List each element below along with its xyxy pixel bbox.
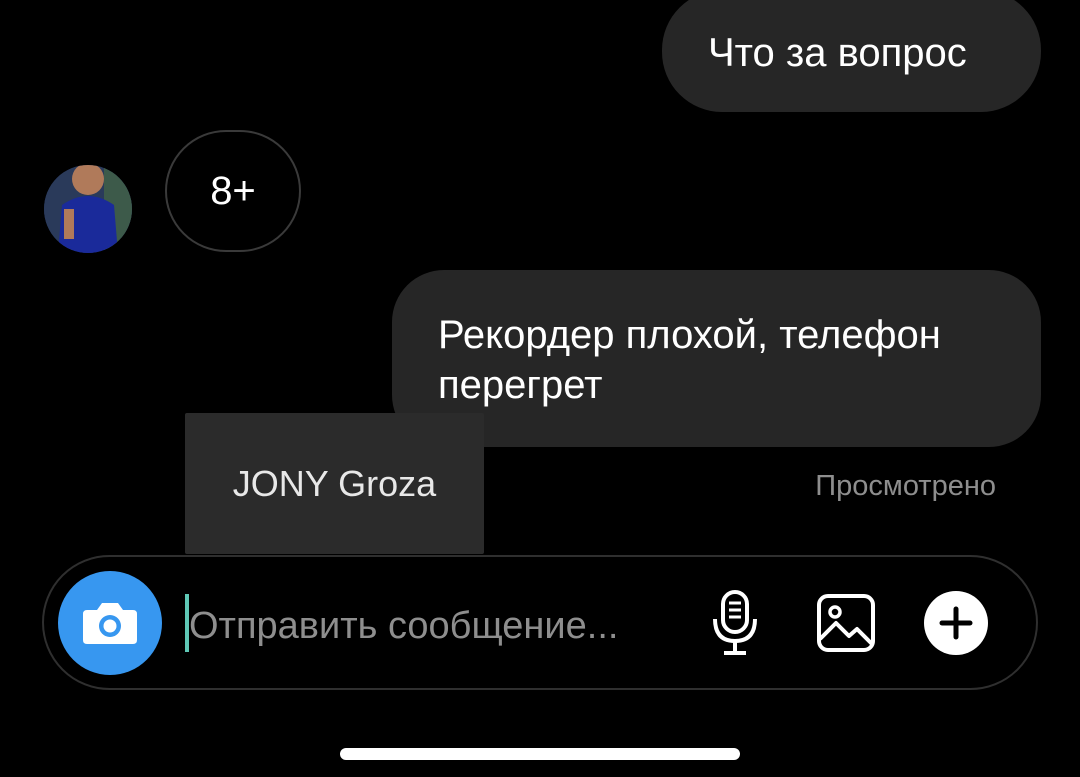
microphone-icon xyxy=(713,590,757,655)
image-icon xyxy=(817,594,875,652)
home-indicator[interactable] xyxy=(340,748,740,760)
gallery-button[interactable] xyxy=(811,588,881,658)
reply-preview-text: 8+ xyxy=(210,168,256,213)
message-input[interactable] xyxy=(189,598,699,654)
plus-icon xyxy=(924,591,988,655)
message-text: Что за вопрос xyxy=(708,31,967,75)
message-text: Рекордер плохой, телефон перегрет xyxy=(438,313,941,407)
seen-status: Просмотрено xyxy=(815,470,996,502)
outgoing-message-bubble[interactable]: Что за вопрос xyxy=(662,0,1041,112)
avatar-image xyxy=(44,165,132,253)
tooltip-name: JONY Groza xyxy=(232,462,437,504)
reply-preview-bubble[interactable]: 8+ xyxy=(165,130,301,252)
camera-button[interactable] xyxy=(58,571,162,675)
avatar[interactable] xyxy=(44,165,132,253)
outgoing-message-bubble[interactable]: Рекордер плохой, телефон перегрет xyxy=(392,270,1041,447)
sender-name-tooltip: JONY Groza xyxy=(185,413,484,554)
microphone-button[interactable] xyxy=(700,588,770,658)
add-button[interactable] xyxy=(921,588,991,658)
camera-icon xyxy=(83,603,137,644)
